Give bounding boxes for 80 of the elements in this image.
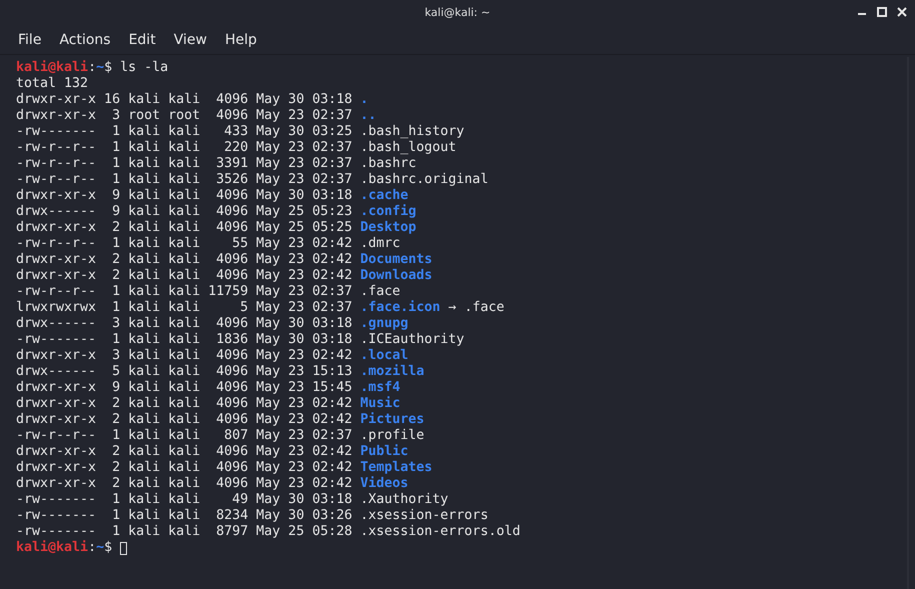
file-name: .bash_logout: [360, 140, 456, 156]
file-name: Public: [360, 444, 408, 460]
file-name: .face.icon: [360, 300, 440, 316]
prompt-user-host: kali@kali: [16, 540, 88, 556]
file-name: .local: [360, 348, 408, 364]
file-name: Music: [360, 396, 400, 412]
file-name: ..: [360, 108, 376, 124]
file-info: drwxr-xr-x 2 kali kali 4096 May 23 02:42: [16, 412, 352, 428]
file-name: .config: [360, 204, 416, 220]
file-name: .mozilla: [360, 364, 424, 380]
file-name: Desktop: [360, 220, 416, 236]
file-name: .face: [360, 284, 400, 300]
file-name: .dmrc: [360, 236, 400, 252]
file-name: .bash_history: [360, 124, 464, 140]
prompt-user-host: kali@kali: [16, 60, 88, 76]
file-name: .bashrc.original: [360, 172, 488, 188]
file-name: .gnupg: [360, 316, 408, 332]
link-arrow: →: [448, 300, 456, 316]
file-info: lrwxrwxrwx 1 kali kali 5 May 23 02:37: [16, 300, 352, 316]
file-name: Downloads: [360, 268, 432, 284]
file-name: Pictures: [360, 412, 424, 428]
file-name: .xsession-errors.old: [360, 524, 520, 540]
file-name: Documents: [360, 252, 432, 268]
prompt-symbol: $: [104, 60, 112, 76]
text-cursor: [120, 542, 128, 555]
file-info: drwxr-xr-x 9 kali kali 4096 May 23 15:45: [16, 380, 352, 396]
file-name: .bashrc: [360, 156, 416, 172]
file-info: drwxr-xr-x 2 kali kali 4096 May 23 02:42: [16, 444, 352, 460]
file-info: -rw-r--r-- 1 kali kali 11759 May 23 02:37: [16, 284, 352, 300]
maximize-icon: [877, 7, 887, 17]
file-name: Videos: [360, 476, 408, 492]
file-info: -rw------- 1 kali kali 8797 May 25 05:28: [16, 524, 352, 540]
link-target: .face: [464, 300, 504, 316]
file-info: -rw-r--r-- 1 kali kali 3526 May 23 02:37: [16, 172, 352, 188]
file-info: drwxr-xr-x 16 kali kali 4096 May 30 03:18: [16, 92, 352, 108]
file-info: -rw-r--r-- 1 kali kali 220 May 23 02:37: [16, 140, 352, 156]
minimize-icon: [858, 13, 866, 15]
prompt-path: ~: [96, 60, 104, 76]
close-icon: [897, 7, 907, 17]
file-info: drwxr-xr-x 2 kali kali 4096 May 23 02:42: [16, 268, 352, 284]
file-name: .profile: [360, 428, 424, 444]
file-name: Templates: [360, 460, 432, 476]
file-info: drwxr-xr-x 2 kali kali 4096 May 23 02:42: [16, 476, 352, 492]
file-info: -rw------- 1 kali kali 8234 May 30 03:26: [16, 508, 352, 524]
file-info: -rw------- 1 kali kali 433 May 30 03:25: [16, 124, 352, 140]
file-name: .: [360, 92, 368, 108]
prompt-separator: :: [88, 540, 96, 556]
file-info: drwxr-xr-x 3 root root 4096 May 23 02:37: [16, 108, 352, 124]
window-title: kali@kali: ~: [424, 6, 490, 19]
file-name: .xsession-errors: [360, 508, 488, 524]
maximize-button[interactable]: [875, 5, 889, 19]
file-info: drwxr-xr-x 2 kali kali 4096 May 23 02:42: [16, 252, 352, 268]
file-info: drwxr-xr-x 2 kali kali 4096 May 23 02:42: [16, 396, 352, 412]
close-button[interactable]: [895, 5, 909, 19]
file-info: -rw-r--r-- 1 kali kali 55 May 23 02:42: [16, 236, 352, 252]
menu-item[interactable]: Help: [216, 30, 266, 50]
file-info: drwxr-xr-x 2 kali kali 4096 May 25 05:25: [16, 220, 352, 236]
file-info: drwxr-xr-x 2 kali kali 4096 May 23 02:42: [16, 460, 352, 476]
prompt-path: ~: [96, 540, 104, 556]
file-info: drwxr-xr-x 9 kali kali 4096 May 30 03:18: [16, 188, 352, 204]
file-info: drwx------ 5 kali kali 4096 May 23 15:13: [16, 364, 352, 380]
prompt-symbol: $: [104, 540, 112, 556]
file-info: drwx------ 9 kali kali 4096 May 25 05:23: [16, 204, 352, 220]
file-name: .Xauthority: [360, 492, 448, 508]
menu-item[interactable]: File: [9, 30, 50, 50]
file-info: -rw------- 1 kali kali 49 May 30 03:18: [16, 492, 352, 508]
command-text: ls -la: [120, 60, 168, 76]
file-info: -rw-r--r-- 1 kali kali 3391 May 23 02:37: [16, 156, 352, 172]
file-info: drwx------ 3 kali kali 4096 May 30 03:18: [16, 316, 352, 332]
output-line: total 132: [16, 76, 88, 92]
file-name: .ICEauthority: [360, 332, 464, 348]
menu-item[interactable]: Actions: [50, 30, 120, 50]
file-info: drwxr-xr-x 3 kali kali 4096 May 23 02:42: [16, 348, 352, 364]
file-name: .msf4: [360, 380, 400, 396]
file-info: -rw------- 1 kali kali 1836 May 30 03:18: [16, 332, 352, 348]
menu-item[interactable]: View: [164, 30, 216, 50]
menu-item[interactable]: Edit: [120, 30, 165, 50]
prompt-separator: :: [88, 60, 96, 76]
file-name: .cache: [360, 188, 408, 204]
file-info: -rw-r--r-- 1 kali kali 807 May 23 02:37: [16, 428, 352, 444]
